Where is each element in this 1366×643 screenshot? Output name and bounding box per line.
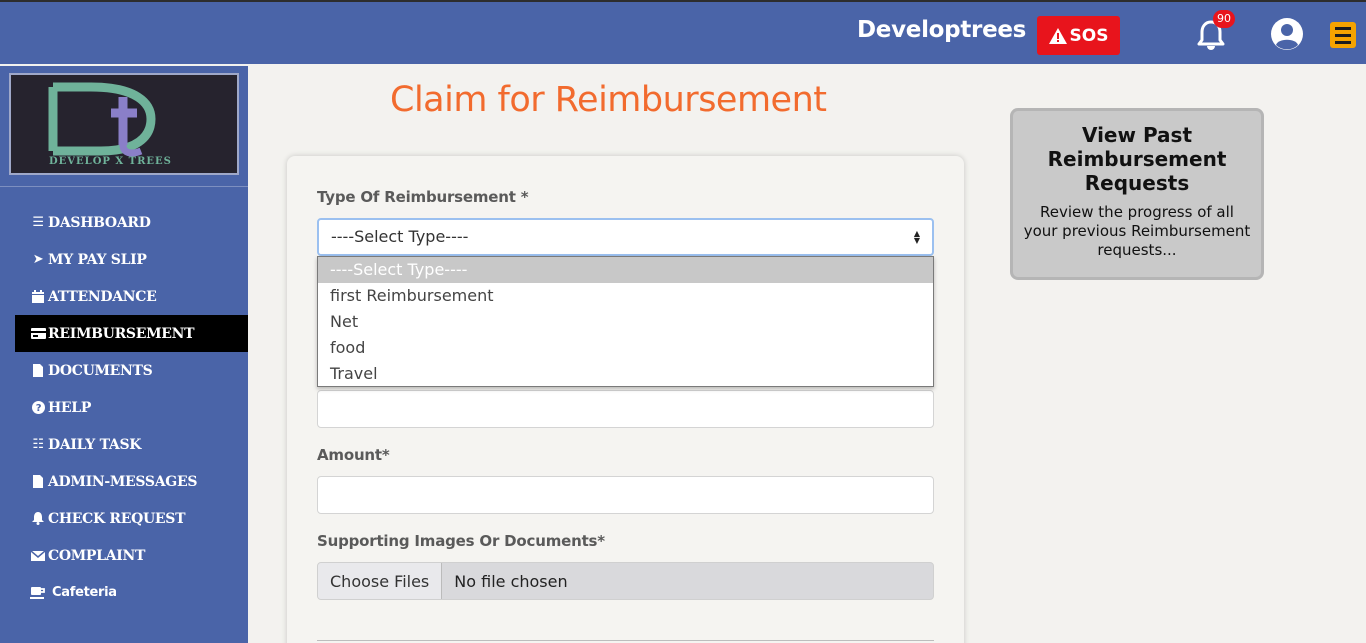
form-divider [317,640,934,641]
svg-text:?: ? [35,403,41,414]
calendar-icon [30,290,46,303]
sidebar-item-help[interactable]: ? HELP [15,389,248,426]
sidebar-item-label: CHECK REQUEST [48,510,186,527]
sidebar-item-complaint[interactable]: COMPLAINT [15,537,248,574]
amount-label: Amount* [317,446,390,464]
brand-name: Developtrees [857,17,1027,43]
paper-plane-icon: ➤ [32,252,44,267]
bars-icon: ☰ [32,215,44,230]
select-arrows-icon: ▲ ▼ [913,229,920,245]
sidebar-item-cafeteria[interactable]: Cafeteria [15,574,248,611]
file-input[interactable]: Choose Files No file chosen [317,562,934,600]
sidebar-item-attendance[interactable]: ATTENDANCE [15,278,248,315]
past-requests-description: Review the progress of all your previous… [1023,203,1251,259]
dropdown-option[interactable]: ----Select Type---- [318,257,933,283]
sidebar-item-label: Cafeteria [52,585,117,600]
sidebar-item-documents[interactable]: DOCUMENTS [15,352,248,389]
sidebar-divider [0,186,248,187]
sidebar-item-label: ATTENDANCE [48,288,157,305]
sidebar-item-label: DAILY TASK [48,436,142,453]
reimbursement-type-select[interactable]: ----Select Type---- ▲ ▼ [317,218,934,256]
file-icon [30,475,46,488]
type-label: Type Of Reimbursement * [317,188,529,206]
amount-input[interactable] [317,476,934,514]
sidebar-item-dashboard[interactable]: ☰ DASHBOARD [15,204,248,241]
sidebar-item-label: REIMBURSEMENT [48,325,195,342]
notification-badge: 90 [1213,10,1235,28]
dropdown-option[interactable]: food [318,335,933,361]
page-title: Claim for Reimbursement [390,80,827,120]
menu-bar [1335,26,1351,30]
file-icon [30,364,46,377]
sidebar-item-label: COMPLAINT [48,547,146,564]
menu-bar [1335,40,1351,44]
warning-icon [1048,27,1067,44]
choose-files-button[interactable]: Choose Files [318,563,443,599]
sos-label: SOS [1069,25,1109,46]
reimbursement-detail-input[interactable] [317,390,934,428]
sidebar-item-label: HELP [48,399,92,416]
menu-bar [1335,33,1351,37]
sidebar-item-label: DOCUMENTS [48,362,153,379]
sidebar-item-label: ADMIN-MESSAGES [48,473,198,490]
sidebar: DEVELOP X TREES ☰ DASHBOARD ➤ MY PAY SLI… [0,66,248,643]
file-status-text: No file chosen [454,571,568,591]
view-past-requests-card[interactable]: View Past Reimbursement Requests Review … [1010,108,1264,280]
dropdown-option[interactable]: first Reimbursement [318,283,933,309]
past-requests-title: View Past Reimbursement Requests [1047,123,1227,195]
user-icon[interactable] [1270,17,1304,51]
sidebar-item-label: DASHBOARD [48,214,151,231]
sidebar-item-reimbursement[interactable]: REIMBURSEMENT [15,315,248,352]
dropdown-option[interactable]: Travel [318,361,933,387]
sidebar-item-admin-messages[interactable]: ADMIN-MESSAGES [15,463,248,500]
logo-text: DEVELOP X TREES [49,156,172,167]
credit-card-icon [30,328,46,339]
sidebar-nav: ☰ DASHBOARD ➤ MY PAY SLIP ATTENDANCE REI… [15,204,248,611]
logo-image: DEVELOP X TREES [48,82,172,167]
sidebar-item-my-pay-slip[interactable]: ➤ MY PAY SLIP [15,241,248,278]
select-value: ----Select Type---- [331,227,469,246]
hamburger-menu-button[interactable] [1330,22,1356,48]
coffee-icon [30,586,46,599]
sidebar-item-check-request[interactable]: CHECK REQUEST [15,500,248,537]
sos-button[interactable]: SOS [1037,16,1120,55]
list-check-icon: ☷ [32,437,44,452]
dropdown-option[interactable]: Net [318,309,933,335]
question-circle-icon: ? [30,401,46,414]
sidebar-item-daily-task[interactable]: ☷ DAILY TASK [15,426,248,463]
files-label: Supporting Images Or Documents* [317,532,605,550]
sidebar-item-label: MY PAY SLIP [48,251,147,268]
envelope-icon [30,550,46,561]
company-logo[interactable]: DEVELOP X TREES [9,73,239,175]
top-navbar: Developtrees SOS 90 [0,0,1366,64]
bell-icon [30,512,46,525]
reimbursement-type-dropdown: ----Select Type---- first Reimbursement … [317,256,934,387]
